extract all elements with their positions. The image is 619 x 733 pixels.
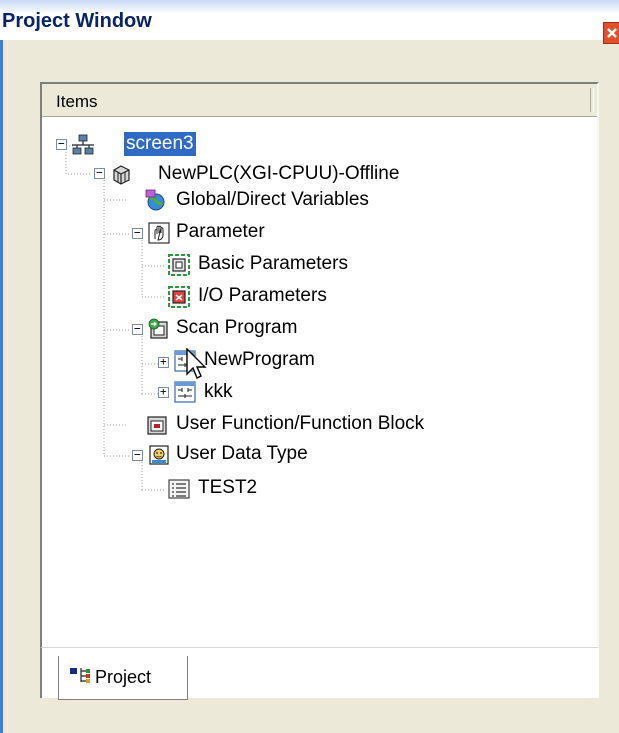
tree-label-user-data-type[interactable]: User Data Type xyxy=(174,442,310,466)
io-parameter-icon xyxy=(168,286,190,308)
expander-kkk[interactable]: + xyxy=(158,385,169,398)
project-tab-icon xyxy=(70,668,90,683)
expander-parameter[interactable]: − xyxy=(132,226,143,239)
expander-user-data-type[interactable]: − xyxy=(132,448,143,461)
plc-cube-icon xyxy=(113,165,130,185)
network-icon xyxy=(72,134,94,155)
window-title: Project Window xyxy=(2,10,152,32)
scan-program-icon xyxy=(148,318,168,339)
basic-parameter-icon xyxy=(168,254,190,276)
project-tree: − screen3 − NewPLC(XGI-CPUU)-Offline Glo… xyxy=(42,84,601,644)
tab-project-label: Project xyxy=(95,667,152,687)
expander-screen3[interactable]: − xyxy=(56,137,67,150)
tree-label-global-vars[interactable]: Global/Direct Variables xyxy=(174,188,371,212)
tree-label-screen3[interactable]: screen3 xyxy=(124,132,196,156)
tree-label-parameter[interactable]: Parameter xyxy=(174,220,267,244)
project-window: Project Window Items − screen3 − NewPLC(… xyxy=(0,0,619,733)
tree-label-user-function[interactable]: User Function/Function Block xyxy=(174,412,426,436)
window-left-edge xyxy=(0,40,12,733)
globe-variables-icon xyxy=(145,189,165,211)
tree-label-scan-program[interactable]: Scan Program xyxy=(174,316,299,340)
expander-scan-program[interactable]: − xyxy=(132,322,143,335)
tab-strip: Project xyxy=(40,648,599,700)
tree-label-io-params[interactable]: I/O Parameters xyxy=(196,284,329,308)
expander-plc[interactable]: − xyxy=(94,166,105,179)
mouse-cursor-icon xyxy=(186,348,207,379)
tree-label-plc[interactable]: NewPLC(XGI-CPUU)-Offline xyxy=(156,162,401,186)
program-icon xyxy=(174,381,196,403)
title-bar[interactable]: Project Window xyxy=(0,0,619,44)
data-type-icon xyxy=(149,445,169,465)
close-button[interactable] xyxy=(603,22,619,44)
tree-label-test2[interactable]: TEST2 xyxy=(196,476,259,500)
tree-label-basic-params[interactable]: Basic Parameters xyxy=(196,252,350,276)
hand-parameter-icon xyxy=(148,222,170,244)
list-icon xyxy=(168,479,190,499)
function-block-icon xyxy=(147,416,167,435)
tree-label-new-program[interactable]: NewProgram xyxy=(202,348,317,372)
close-icon xyxy=(607,28,617,38)
tab-project[interactable]: Project xyxy=(58,656,188,700)
expander-new-program[interactable]: + xyxy=(158,355,169,368)
items-panel: Items − screen3 − NewPLC(XGI-CPUU)-Offli… xyxy=(40,82,599,648)
